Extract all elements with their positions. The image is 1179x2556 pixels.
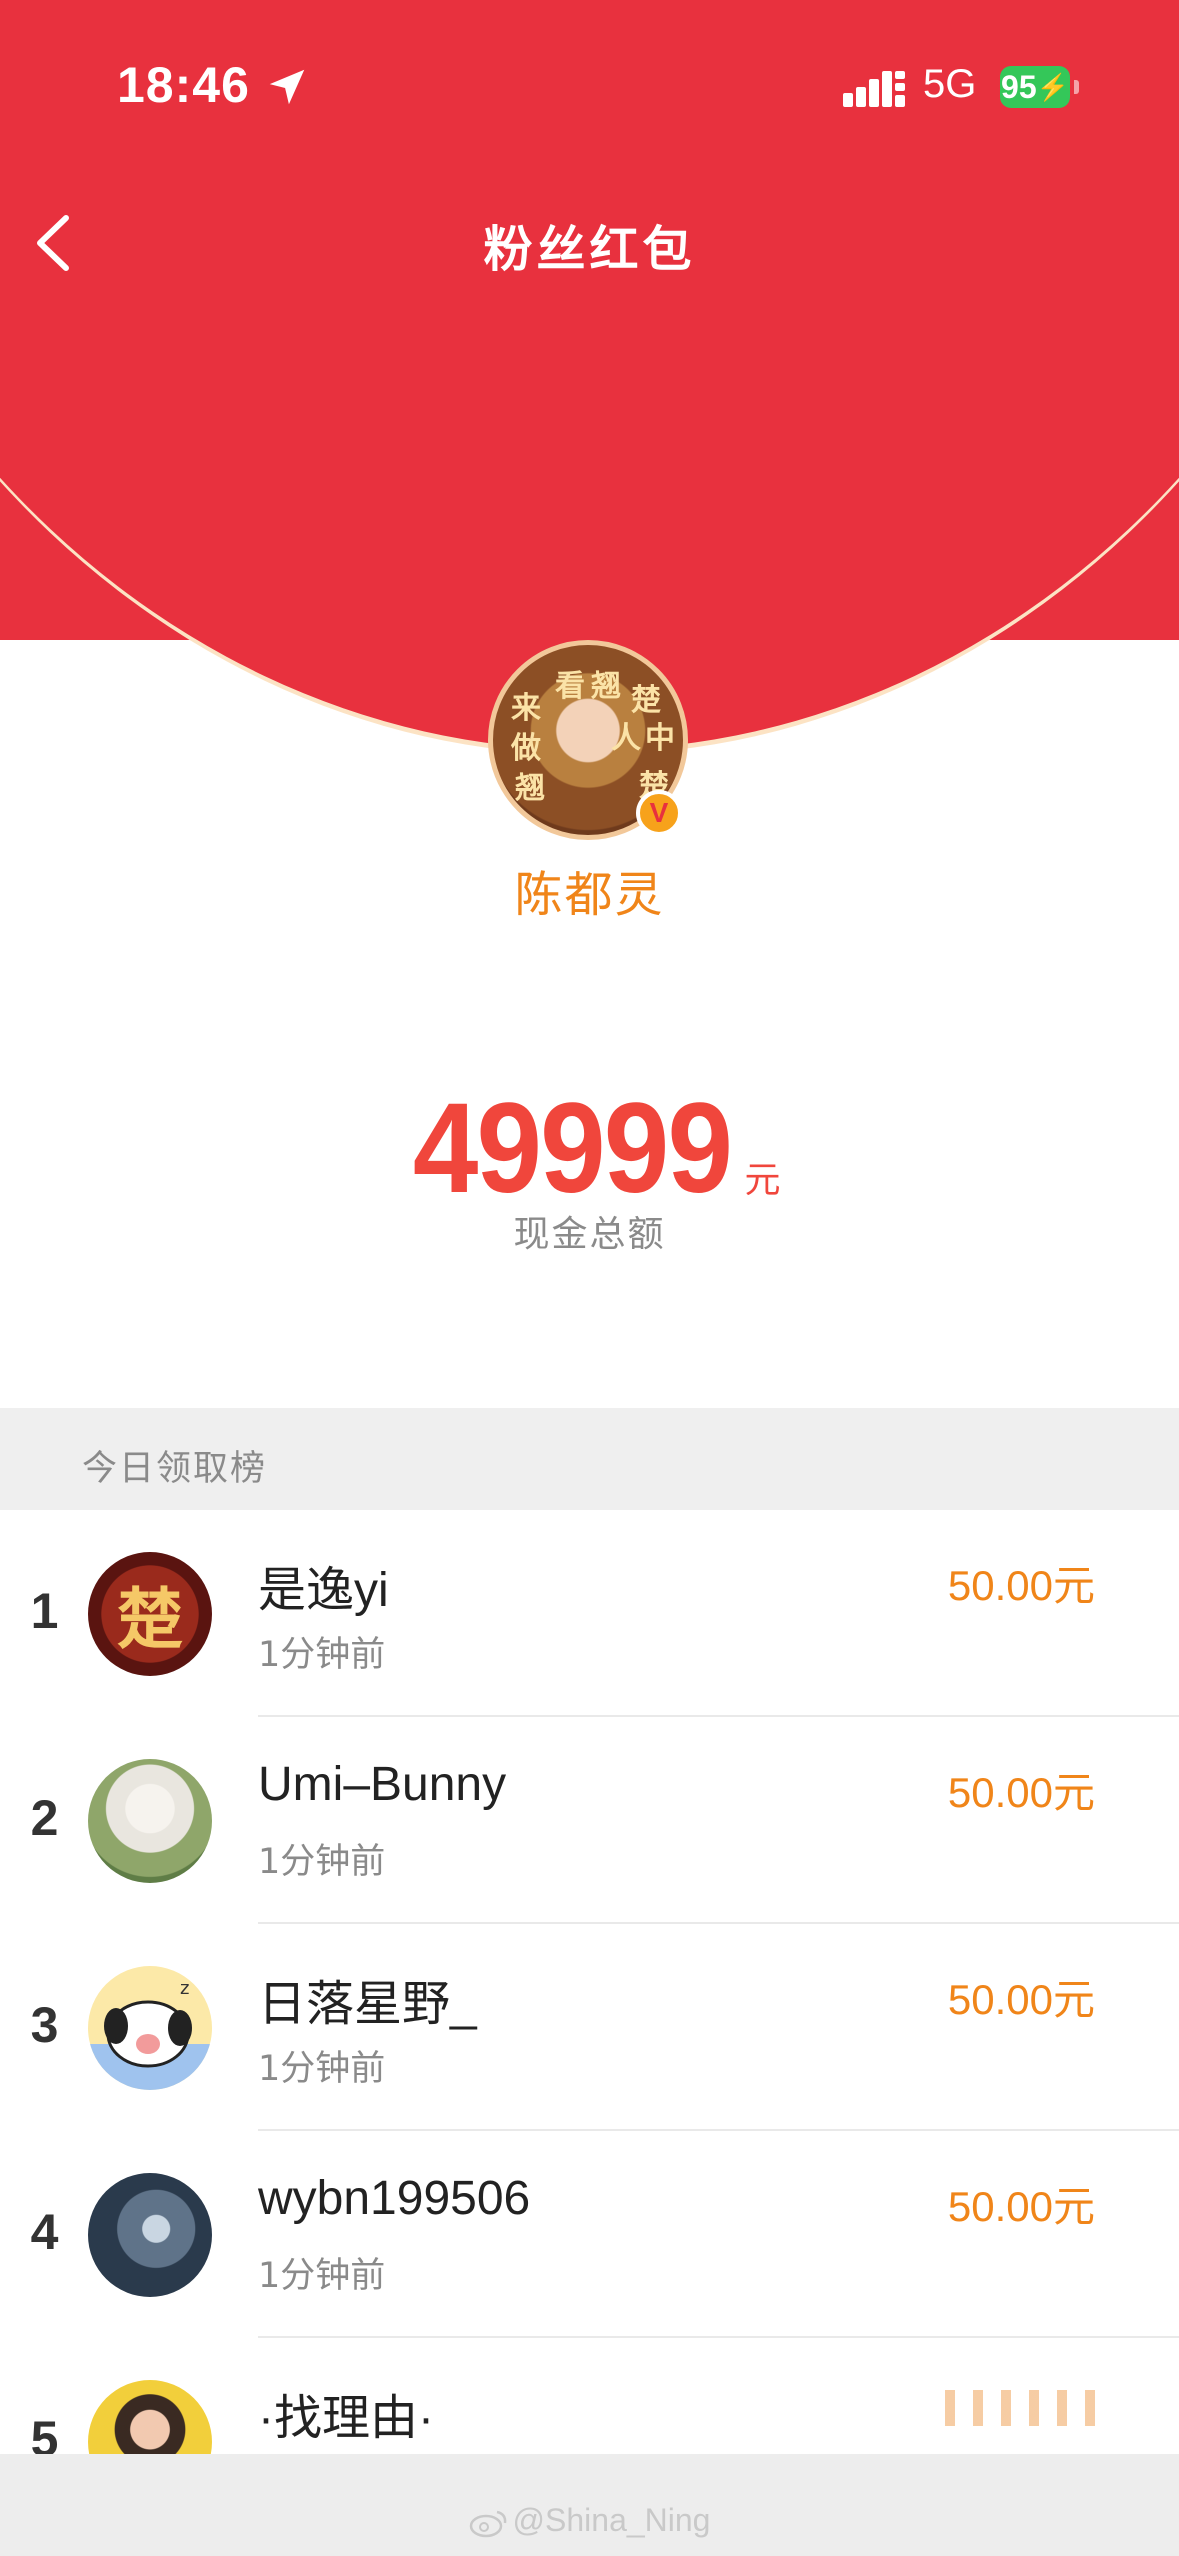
avatar-glyph: 楚 (117, 1581, 183, 1658)
claim-amount: 50.00元 (947, 1562, 1095, 1609)
network-type: 5G (923, 62, 977, 106)
creator-name[interactable]: 陈都灵 (0, 855, 1179, 925)
user-name: 日落星野_ (258, 1978, 477, 2031)
user-avatar[interactable]: 楚 (88, 1552, 212, 1676)
charging-bolt-icon: ⚡ (1036, 71, 1069, 102)
rank-number: 3 (30, 1997, 59, 2053)
claim-time: 1分钟前 (258, 1842, 386, 1882)
user-name: Umi–Bunny (258, 1758, 507, 1811)
signal-icon (843, 71, 905, 107)
claim-amount: 50.00元 (947, 1769, 1095, 1816)
rank-number: 2 (30, 1790, 59, 1846)
svg-text:z: z (180, 1978, 189, 1999)
user-avatar[interactable] (88, 1759, 212, 1883)
location-arrow-icon (269, 69, 305, 105)
amount-label: 现金总额 (513, 1214, 666, 1255)
page-title: 粉丝红包 (483, 221, 696, 278)
verified-badge: V (636, 790, 682, 836)
amount-row: 49999 元 (0, 1075, 1179, 1222)
weibo-icon (469, 2510, 506, 2537)
claim-time: 1分钟前 (258, 1635, 386, 1675)
battery-level: 95 (1001, 68, 1037, 105)
watermark-text: @Shina_Ning (512, 2502, 711, 2538)
user-name: ·找理由· (258, 2392, 434, 2445)
ranking-row[interactable]: 2 Umi–Bunny 1分钟前 50.00元 (0, 1717, 1179, 1924)
ranking-row[interactable]: 3 z 日落星野_ 1分钟前 50.00元 (0, 1924, 1179, 2131)
claim-amount-loading (945, 2390, 1095, 2426)
claim-time: 1分钟前 (258, 2049, 386, 2089)
cartoon-dog-avatar: z (88, 1978, 212, 2090)
user-avatar[interactable] (88, 2173, 212, 2297)
user-avatar[interactable]: z (88, 1966, 212, 2090)
user-name: wybn199506 (258, 2172, 531, 2225)
status-time: 18:46 (117, 57, 250, 113)
battery-indicator: 95 ⚡ (1000, 66, 1070, 108)
ranking-row[interactable]: 1 楚 是逸yi 1分钟前 50.00元 (0, 1510, 1179, 1717)
rank-number: 4 (30, 2204, 59, 2260)
rank-number: 1 (30, 1583, 59, 1639)
total-amount: 49999 (412, 1077, 732, 1220)
claim-amount: 50.00元 (947, 2183, 1095, 2230)
claim-amount: 50.00元 (947, 1976, 1095, 2023)
ranking-header: 今日领取榜 (0, 1408, 1179, 1510)
ranking-title: 今日领取榜 (82, 1449, 268, 1489)
user-name: 是逸yi (258, 1564, 389, 1617)
claim-time: 1分钟前 (258, 2256, 386, 2296)
battery-nub (1074, 80, 1079, 94)
amount-unit: 元 (744, 1160, 781, 1201)
watermark: @Shina_Ning (0, 2502, 1179, 2539)
ranking-row[interactable]: 4 wybn199506 1分钟前 50.00元 (0, 2131, 1179, 2338)
